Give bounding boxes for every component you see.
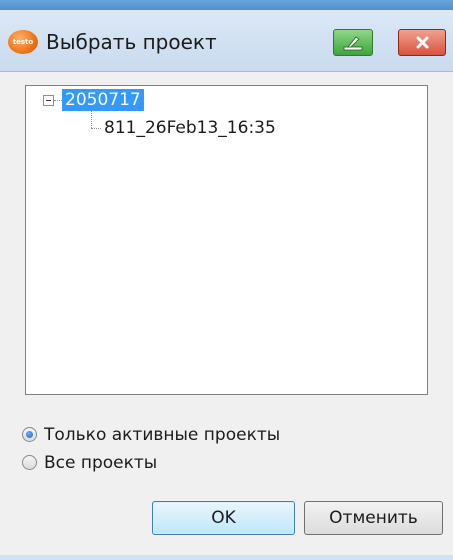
radio-label-active: Только активные проекты: [44, 425, 281, 445]
tree-connector: [54, 100, 62, 101]
tree-connector: [91, 128, 101, 129]
pin-button[interactable]: [333, 29, 373, 56]
radio-label-all: Все проекты: [44, 453, 158, 473]
testo-app-icon: testo: [8, 30, 38, 54]
radio-button-checked[interactable]: [22, 427, 37, 442]
tree-connector: [91, 111, 92, 128]
top-accent-bar: [0, 0, 453, 10]
tree-node-root[interactable]: 2050717: [62, 89, 144, 111]
cancel-button[interactable]: Отменить: [304, 501, 443, 535]
dialog-title: Выбрать проект: [46, 30, 217, 54]
tree-node-child[interactable]: 811_26Feb13_16:35: [104, 117, 276, 139]
close-button[interactable]: [398, 29, 446, 56]
pin-icon: [343, 36, 363, 51]
select-project-dialog: testo Выбрать проект 2050717 811_26Feb13…: [0, 10, 453, 560]
window-bottom-edge: [0, 555, 453, 560]
radio-button-unchecked[interactable]: [22, 455, 37, 470]
ok-button[interactable]: OK: [152, 501, 295, 535]
project-tree[interactable]: 2050717 811_26Feb13_16:35: [25, 85, 428, 395]
title-bar: testo Выбрать проект: [0, 10, 453, 72]
collapse-toggle-icon[interactable]: [43, 95, 54, 106]
close-icon: [416, 36, 429, 49]
